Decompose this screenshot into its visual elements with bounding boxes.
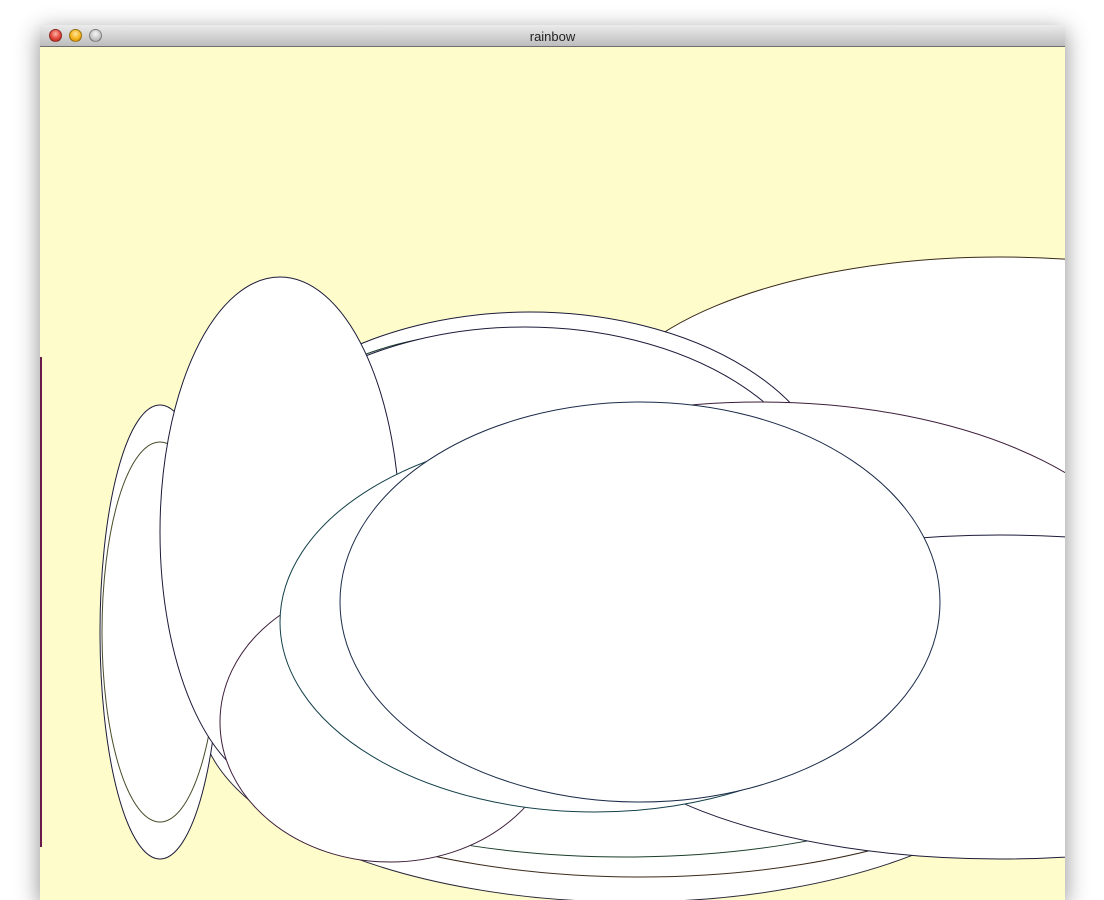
app-window: rainbow	[40, 25, 1065, 900]
edge-ellipse	[40, 357, 42, 847]
sketch-canvas[interactable]	[40, 47, 1065, 900]
drawing-surface	[40, 256, 1065, 900]
window-title: rainbow	[529, 29, 576, 44]
ellipse-shape	[339, 401, 941, 803]
title-bar[interactable]: rainbow	[40, 25, 1065, 47]
